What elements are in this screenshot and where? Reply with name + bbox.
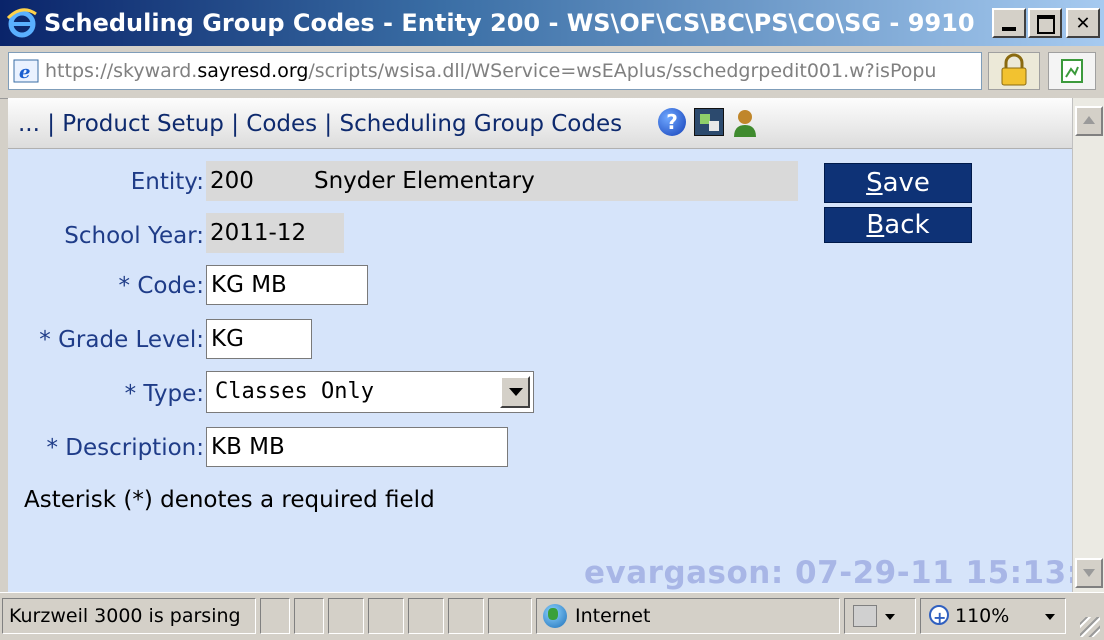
description-field[interactable]: KB MB bbox=[206, 427, 508, 467]
back-label: ack bbox=[884, 210, 930, 240]
type-label: * Type: bbox=[124, 381, 204, 407]
url-path: /scripts/wsisa.dll/WService=wsEAplus/ssc… bbox=[308, 60, 937, 82]
user-icon[interactable] bbox=[732, 108, 758, 138]
status-panel-4 bbox=[368, 598, 404, 634]
globe-icon bbox=[543, 604, 567, 628]
window-title: Scheduling Group Codes - Entity 200 - WS… bbox=[44, 9, 984, 37]
required-field-note: Asterisk (*) denotes a required field bbox=[24, 487, 435, 513]
ie-logo-icon bbox=[6, 8, 37, 38]
url-domain: sayresd.org bbox=[197, 60, 309, 82]
address-bar: e https://skyward.sayresd.org/scripts/ws… bbox=[0, 46, 1104, 99]
status-bar: Kurzweil 3000 is parsing Internet 110% bbox=[0, 592, 1104, 640]
status-panel-7 bbox=[488, 598, 532, 634]
title-bar: Scheduling Group Codes - Entity 200 - WS… bbox=[0, 0, 1104, 46]
protected-mode-button[interactable] bbox=[844, 598, 916, 634]
protected-mode-icon bbox=[853, 605, 877, 627]
browser-window: Scheduling Group Codes - Entity 200 - WS… bbox=[0, 0, 1104, 640]
ie-page-icon: e bbox=[13, 59, 39, 83]
save-hotkey: S bbox=[866, 168, 883, 198]
status-panel-6 bbox=[448, 598, 484, 634]
chevron-down-icon[interactable] bbox=[500, 376, 530, 408]
vertical-scrollbar[interactable] bbox=[1072, 98, 1104, 592]
scroll-down-button[interactable] bbox=[1075, 558, 1103, 588]
form-panel: Entity: 200 Snyder Elementary School Yea… bbox=[8, 149, 1104, 592]
svg-text:e: e bbox=[19, 62, 30, 83]
url-field[interactable]: e https://skyward.sayresd.org/scripts/ws… bbox=[8, 52, 982, 90]
swap-icon[interactable] bbox=[694, 108, 724, 136]
grade-level-field[interactable]: KG bbox=[206, 319, 312, 359]
url-text: https://skyward.sayresd.org/scripts/wsis… bbox=[45, 53, 975, 89]
zoom-icon bbox=[929, 601, 949, 633]
zoom-control[interactable]: 110% bbox=[920, 598, 1066, 634]
security-lock-button[interactable] bbox=[988, 52, 1040, 90]
help-icon[interactable]: ? bbox=[658, 108, 686, 136]
chevron-down-icon bbox=[885, 614, 895, 620]
code-field[interactable]: KG MB bbox=[206, 265, 368, 305]
school-year-text: 2011-12 bbox=[210, 220, 307, 246]
grade-level-label: * Grade Level: bbox=[39, 327, 204, 353]
status-panel-5 bbox=[408, 598, 444, 634]
back-button[interactable]: Back bbox=[824, 207, 972, 243]
zoom-level: 110% bbox=[955, 605, 1010, 627]
maximize-button[interactable] bbox=[1028, 8, 1062, 38]
close-icon: ✕ bbox=[1076, 10, 1090, 35]
security-zone[interactable]: Internet bbox=[536, 598, 840, 634]
feeds-button[interactable] bbox=[1048, 52, 1096, 90]
back-hotkey: B bbox=[866, 210, 885, 240]
status-panel-3 bbox=[328, 598, 364, 634]
description-label: * Description: bbox=[46, 435, 204, 461]
save-button[interactable]: Save bbox=[824, 163, 972, 203]
entity-code: 200 bbox=[210, 168, 254, 194]
status-panel-2 bbox=[294, 598, 324, 634]
status-message: Kurzweil 3000 is parsing bbox=[2, 598, 256, 634]
rss-icon bbox=[1061, 59, 1083, 83]
save-label: ave bbox=[882, 168, 930, 198]
breadcrumb[interactable]: ... | Product Setup | Codes | Scheduling… bbox=[18, 98, 622, 148]
scroll-up-button[interactable] bbox=[1075, 106, 1103, 136]
code-label: * Code: bbox=[118, 273, 204, 299]
security-zone-label: Internet bbox=[575, 605, 651, 627]
type-select[interactable]: Classes Only bbox=[206, 371, 534, 413]
entity-label: Entity: bbox=[130, 169, 204, 195]
minimize-button[interactable] bbox=[992, 8, 1026, 38]
user-timestamp-watermark: evargason: 07-29-11 15:13:03 bbox=[584, 555, 1104, 591]
chevron-down-icon bbox=[1045, 614, 1055, 620]
url-prefix: https://skyward. bbox=[45, 60, 198, 82]
resize-grip-icon[interactable] bbox=[1080, 617, 1100, 637]
entity-value: 200 Snyder Elementary bbox=[206, 161, 798, 201]
school-year-label: School Year: bbox=[64, 223, 204, 249]
school-year-value: 2011-12 bbox=[206, 213, 344, 253]
close-button[interactable]: ✕ bbox=[1066, 8, 1100, 38]
breadcrumb-bar: ... | Product Setup | Codes | Scheduling… bbox=[8, 98, 1072, 149]
entity-name: Snyder Elementary bbox=[314, 168, 535, 194]
lock-icon bbox=[1001, 53, 1027, 86]
type-selected-value: Classes Only bbox=[215, 379, 374, 404]
status-panel-1 bbox=[260, 598, 290, 634]
